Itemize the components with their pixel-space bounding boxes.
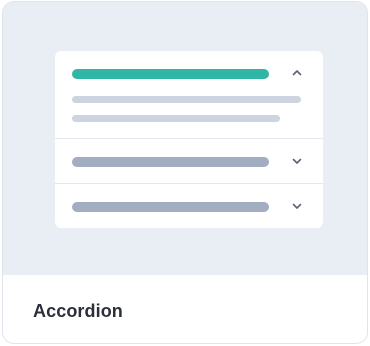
card-title: Accordion [33,301,123,321]
chevron-down-icon [289,198,305,214]
accordion-section-expanded [55,51,323,138]
accordion-header-placeholder-active [72,69,269,79]
accordion-section-collapsed [55,183,323,228]
component-preview [3,2,367,275]
accordion-content-line [72,115,280,122]
accordion-content-line [72,96,301,103]
card-footer: Accordion [3,275,367,343]
component-card-accordion[interactable]: Accordion [2,1,368,344]
chevron-down-icon [289,153,305,169]
chevron-up-icon [289,65,305,81]
accordion-section-collapsed [55,138,323,183]
accordion-illustration [55,51,323,228]
accordion-header-placeholder [72,202,269,212]
accordion-header-placeholder [72,157,269,167]
